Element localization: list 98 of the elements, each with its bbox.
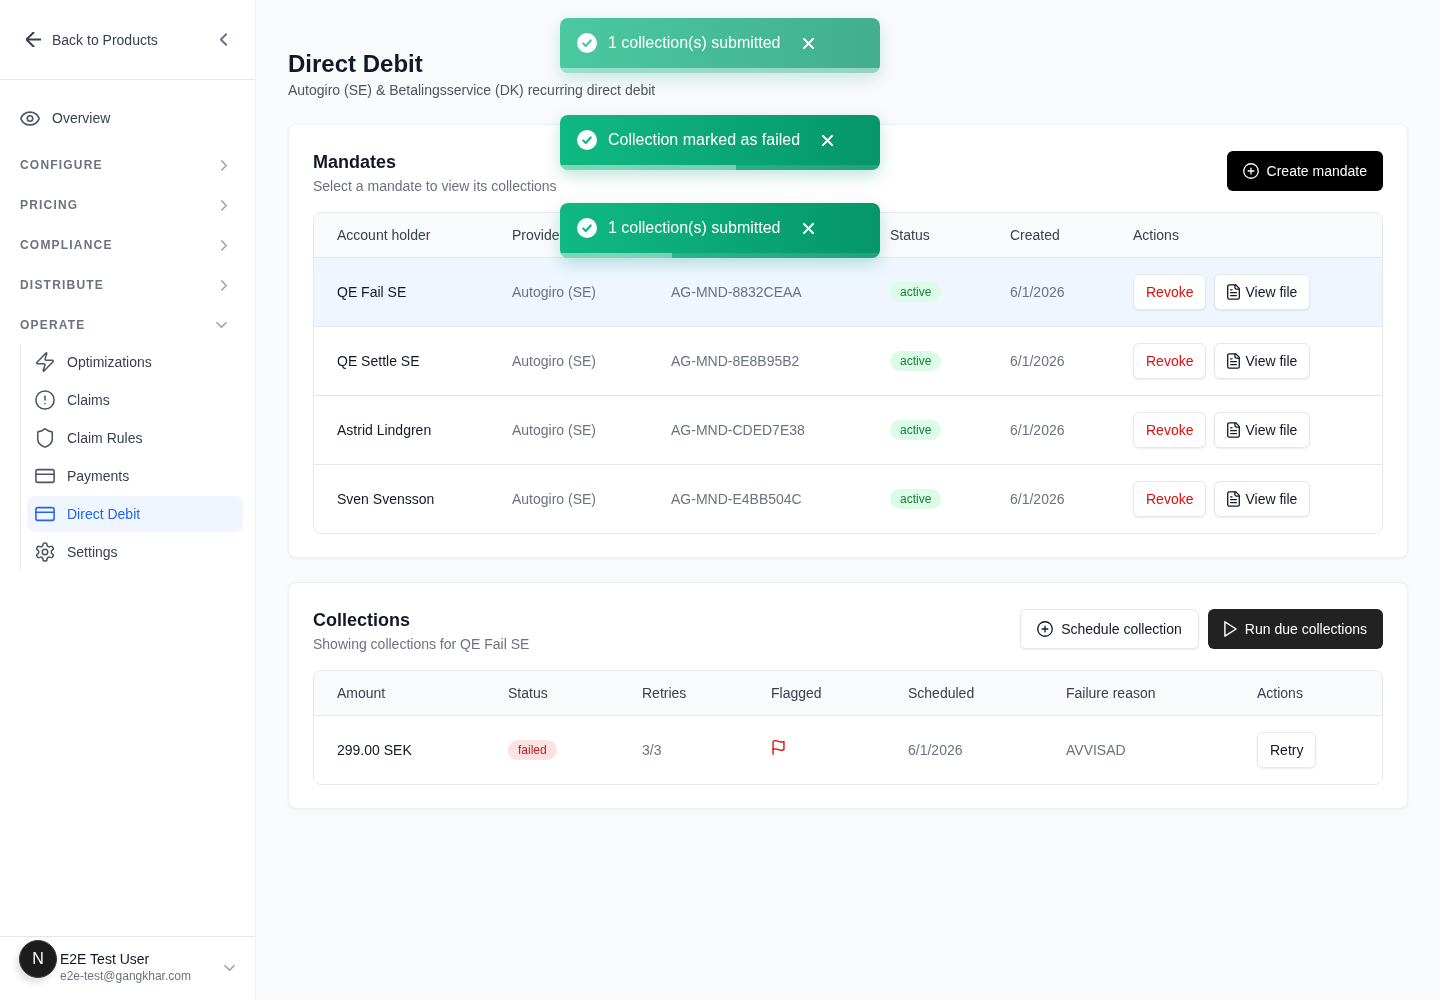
nav-item[interactable]: Overview [0,100,243,136]
view-file-button[interactable]: View file [1214,481,1311,517]
lightning-icon [35,352,55,372]
nav-item[interactable]: Claim Rules [27,420,243,456]
file-icon [1227,422,1241,438]
table-cell: AG-MND-8832CEAA [671,284,802,300]
close-icon[interactable] [802,37,814,49]
check-circle-icon [577,218,597,238]
table-cell: Sven Svensson [337,491,435,507]
revoke-button[interactable]: Revoke [1133,412,1207,448]
table-cell: QE Fail SE [337,284,407,300]
chevron-down-icon[interactable] [224,964,235,971]
column-header: Retries [642,685,687,701]
column-header: Status [890,227,930,243]
credit-card-icon [35,504,55,524]
nav-item[interactable]: Direct Debit [27,496,243,532]
revoke-button[interactable]: Revoke [1133,274,1207,310]
create-mandate-button[interactable]: Create mandate [1226,151,1383,191]
nav-section[interactable]: CONFIGURE [0,147,243,183]
table-cell: Autogiro (SE) [512,284,597,300]
column-header: Actions [1133,227,1179,243]
user-email: e2e-test@gangkhar.com [60,968,192,984]
status-badge: active [890,351,942,371]
column-header: Failure reason [1066,685,1156,701]
back-link[interactable]: Back to Products [26,31,158,48]
nav-section[interactable]: PRICING [0,187,243,223]
shield-icon [35,428,55,448]
settings-icon [35,542,55,562]
table-cell: 6/1/2026 [1010,284,1065,300]
check-circle-icon [577,130,597,150]
toast-message: 1 collection(s) submitted [608,219,781,237]
table-cell: 299.00 SEK [337,742,412,758]
retry-button[interactable]: Retry [1257,732,1317,768]
play-icon [1223,621,1237,637]
status-badge: active [890,420,942,440]
nav-section[interactable]: COMPLIANCE [0,227,243,263]
user-avatar: N [19,940,57,978]
table-cell: 6/1/2026 [908,742,963,758]
status-badge: failed [508,740,557,760]
nav-section[interactable]: DISTRIBUTE [0,267,243,303]
column-header: Scheduled [908,685,975,701]
page-subtitle: Autogiro (SE) & Betalingsservice (DK) recurring direct debit [288,81,657,100]
table-cell: 3/3 [642,742,662,758]
status-badge: active [890,282,942,302]
table-cell: AG-MND-8E8B95B2 [671,353,800,369]
column-header: Account holder [337,227,431,243]
run-collections-button[interactable]: Run due collections [1207,609,1383,649]
toast-message: Collection marked as failed [608,131,801,149]
schedule-collection-button[interactable]: Schedule collection [1020,609,1199,649]
view-file-button[interactable]: View file [1214,343,1311,379]
table-cell: Autogiro (SE) [512,491,597,507]
nav-section[interactable]: OPERATE [0,307,243,343]
column-header: Amount [337,685,386,701]
nav-item[interactable]: Optimizations [27,344,243,380]
table-cell: Astrid Lindgren [337,422,432,438]
close-icon[interactable] [822,134,834,146]
view-file-button[interactable]: View file [1214,274,1311,310]
table-row[interactable]: Sven Svensson Autogiro (SE) AG-MND-E4BB504C active 6/1/2026 Revoke View file [314,464,1382,533]
column-header: Created [1010,227,1060,243]
table-cell: 6/1/2026 [1010,422,1065,438]
eye-icon [20,110,40,126]
toast-message: 1 collection(s) submitted [608,34,781,52]
column-header: Status [508,685,548,701]
table-cell: AVVISAD [1066,742,1126,758]
check-circle-icon [577,33,597,53]
alert-circle-icon [35,390,55,410]
nav-item[interactable]: Settings [27,534,243,570]
card-title: Mandates [313,151,398,174]
card-subtitle: Showing collections for QE Fail SE [313,635,530,654]
table-row[interactable]: QE Fail SE Autogiro (SE) AG-MND-8832CEAA active 6/1/2026 Revoke View file [314,257,1382,326]
plus-circle-icon [1242,163,1259,179]
table-cell: AG-MND-CDED7E38 [671,422,805,438]
file-icon [1227,491,1241,507]
column-header: Flagged [771,685,822,701]
table-cell: 6/1/2026 [1010,353,1065,369]
nav-item[interactable]: Payments [27,458,243,494]
credit-card-icon [35,466,55,486]
revoke-button[interactable]: Revoke [1133,481,1207,517]
file-icon [1227,284,1241,300]
table-cell: Autogiro (SE) [512,422,597,438]
table-cell: AG-MND-E4BB504C [671,491,802,507]
view-file-button[interactable]: View file [1214,412,1311,448]
plus-circle-icon [1037,621,1054,637]
user-name: E2E Test User [60,950,151,968]
collapse-sidebar-icon[interactable] [220,33,227,46]
revoke-button[interactable]: Revoke [1133,343,1207,379]
table-cell: QE Settle SE [337,353,420,369]
card-title: Collections [313,609,411,632]
table-cell: 6/1/2026 [1010,491,1065,507]
card-subtitle: Select a mandate to view its collections [313,177,557,196]
table-cell: Autogiro (SE) [512,353,597,369]
file-icon [1227,353,1241,369]
column-header: Actions [1257,685,1303,701]
page-title: Direct Debit [288,49,424,79]
column-header: Provide [512,227,560,243]
nav-item[interactable]: Claims [27,382,243,418]
close-icon[interactable] [802,222,814,234]
status-badge: active [890,489,942,509]
